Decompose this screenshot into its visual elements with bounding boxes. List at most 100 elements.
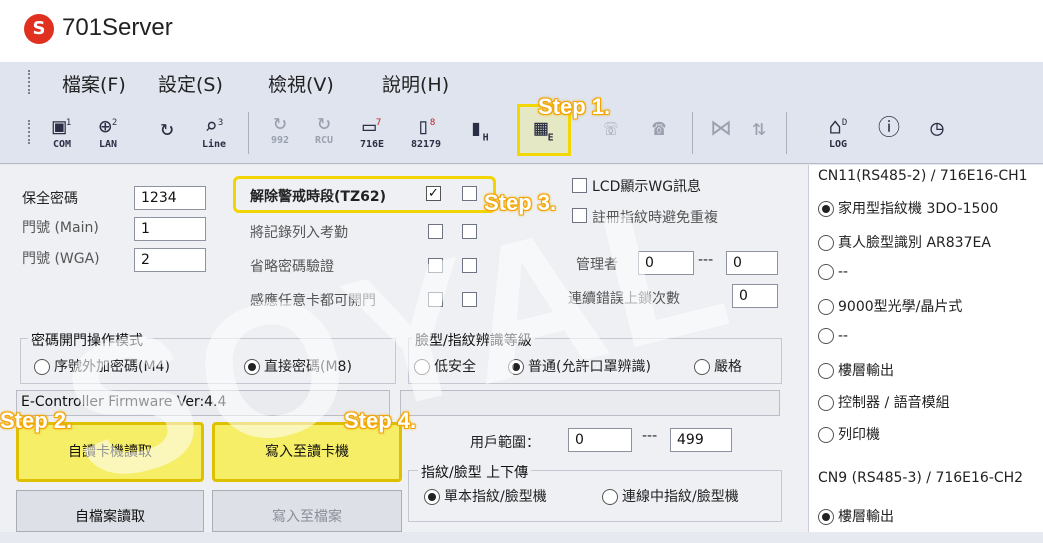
user-range-separator: --- [642, 428, 658, 444]
transfer-single-option[interactable]: 單本指紋/臉型機 [424, 486, 547, 506]
admin-from-field[interactable]: 0 [638, 251, 694, 275]
face-level-normal-option[interactable]: 普通(允許口罩辨識) [508, 356, 651, 376]
info-button[interactable]: ⓘ [872, 111, 906, 157]
skip-password-checkbox-1[interactable] [428, 258, 443, 273]
attendance-checkbox-2[interactable] [462, 224, 477, 239]
lcd-wg-checkbox[interactable] [572, 178, 587, 193]
sync-icon: ↻ [273, 110, 287, 135]
rcu-button[interactable]: ↻ RCU [306, 111, 342, 157]
link-icon: ⋈ [710, 116, 732, 141]
pwd-mode-m4-option[interactable]: 序號外加密碼(M4) [34, 356, 170, 376]
radio-icon [818, 235, 834, 251]
com-button[interactable]: ▣1 COM [44, 111, 80, 157]
skip-password-checkbox-2[interactable] [462, 258, 477, 273]
no-dup-fp-checkbox[interactable] [572, 208, 587, 223]
face-level-title: 臉型/指紋辨識等級 [412, 330, 535, 350]
h-device-button[interactable]: ▮H [462, 111, 496, 157]
info-icon: ⓘ [877, 116, 900, 141]
cn11-option-0[interactable]: 家用型指紋機 3DO-1500 [818, 198, 998, 218]
toolbar-separator [692, 112, 693, 154]
password-mode-title: 密碼開門操作模式 [28, 330, 146, 350]
cn11-option-4[interactable]: -- [818, 328, 848, 344]
no-dup-fp-label: 註冊指紋時避免重複 [592, 210, 718, 226]
refresh-button[interactable]: ↻ [152, 111, 182, 157]
82179-button[interactable]: ▯8 82179 [404, 111, 448, 157]
user-range-to-field[interactable]: 499 [670, 428, 732, 452]
any-card-checkbox-1[interactable] [428, 292, 443, 307]
cn11-option-6[interactable]: 控制器 / 語音模組 [818, 392, 950, 412]
radio-selected-icon [508, 359, 524, 375]
716e-button[interactable]: ▭7 716E [352, 111, 392, 157]
lcd-wg-label: LCD顯示WG訊息 [592, 179, 702, 195]
device-settings-icon: ▭7 [362, 114, 382, 140]
admin-label: 管理者 [576, 257, 618, 273]
window-title: 701Server [62, 14, 173, 41]
cn11-option-1[interactable]: 真人臉型識別 AR837EA [818, 232, 991, 252]
admin-range-separator: --- [698, 252, 714, 268]
admin-to-field[interactable]: 0 [726, 251, 778, 275]
time-sync-button[interactable]: ◷ [920, 111, 954, 157]
menu-view[interactable]: 檢視(V) [268, 70, 334, 97]
sync-icon: ↻ [317, 110, 331, 135]
pwd-mode-m8-option[interactable]: 直接密碼(M8) [244, 356, 352, 376]
cn11-option-5[interactable]: 樓層輸出 [818, 360, 894, 380]
radio-icon [818, 264, 834, 280]
cn11-option-2[interactable]: -- [818, 264, 848, 280]
transfer-title: 指紋/臉型 上下傳 [418, 462, 532, 482]
sort-button[interactable]: ⇅ [744, 111, 774, 157]
download-call-button[interactable]: ☎ [642, 111, 676, 157]
password-field[interactable]: 1234 [134, 186, 206, 210]
cn9-option-0[interactable]: 樓層輸出 [818, 506, 894, 526]
clock-download-icon: ◷ [930, 116, 944, 141]
radio-icon [414, 359, 430, 375]
radio-icon [818, 427, 834, 443]
toolbar-grip [28, 120, 32, 144]
disarm-checkbox-1[interactable]: ✓ [426, 186, 441, 201]
menu-file[interactable]: 檔案(F) [62, 70, 126, 97]
door-main-field[interactable]: 1 [134, 217, 206, 241]
radio-icon [818, 328, 834, 344]
cn11-option-3[interactable]: 9000型光學/晶片式 [818, 296, 962, 316]
any-card-label: 感應任意卡都可開門 [250, 293, 376, 309]
radio-selected-icon [424, 489, 440, 505]
radio-icon [818, 395, 834, 411]
device-settings-icon: ▯8 [416, 114, 436, 140]
radio-selected-icon [818, 201, 834, 217]
992-button[interactable]: ↻ 992 [262, 111, 298, 157]
user-range-from-field[interactable]: 0 [568, 428, 632, 452]
any-card-checkbox-2[interactable] [462, 292, 477, 307]
lan-button[interactable]: ⊕2 LAN [90, 111, 126, 157]
menu-help[interactable]: 說明(H) [382, 70, 449, 97]
cn11-title: CN11(RS485-2) / 716E16-CH1 [818, 168, 1028, 184]
link-button[interactable]: ⋈ [706, 111, 736, 157]
door-wga-field[interactable]: 2 [134, 248, 206, 272]
phone-download-icon: ☎ [652, 116, 666, 141]
search-network-icon: ⌕3 [204, 114, 224, 140]
door-wga-label: 門號 (WGA) [22, 251, 100, 267]
attendance-label: 將記錄列入考勤 [250, 225, 348, 241]
radio-icon [694, 359, 710, 375]
cn11-option-7[interactable]: 列印機 [818, 424, 880, 444]
keypad-device-icon: ▮H [469, 116, 489, 144]
com-icon: ▣1 [52, 114, 72, 140]
face-level-strict-option[interactable]: 嚴格 [694, 356, 742, 376]
read-from-file-button[interactable]: 自檔案讀取 [16, 490, 204, 532]
app-logo-icon: S [24, 14, 54, 44]
write-to-file-button[interactable]: 寫入至檔案 [212, 490, 402, 532]
menu-settings[interactable]: 設定(S) [158, 70, 223, 97]
attendance-checkbox-1[interactable] [428, 224, 443, 239]
toolbar-separator [786, 112, 787, 154]
radio-selected-icon [818, 509, 834, 525]
refresh-icon: ↻ [160, 116, 174, 141]
user-range-label: 用戶範圍： [470, 435, 540, 451]
face-level-low-option[interactable]: 低安全 [414, 356, 476, 376]
radio-icon [818, 299, 834, 315]
radio-icon [602, 489, 618, 505]
lock-count-field[interactable]: 0 [732, 284, 778, 308]
status-field [400, 390, 780, 416]
log-button[interactable]: ⌂D LOG [818, 111, 858, 157]
transfer-online-option[interactable]: 連線中指紋/臉型機 [602, 486, 739, 506]
line-button[interactable]: ⌕3 Line [194, 111, 234, 157]
disarm-checkbox-2[interactable] [462, 186, 477, 201]
log-icon: ⌂D [828, 114, 848, 140]
